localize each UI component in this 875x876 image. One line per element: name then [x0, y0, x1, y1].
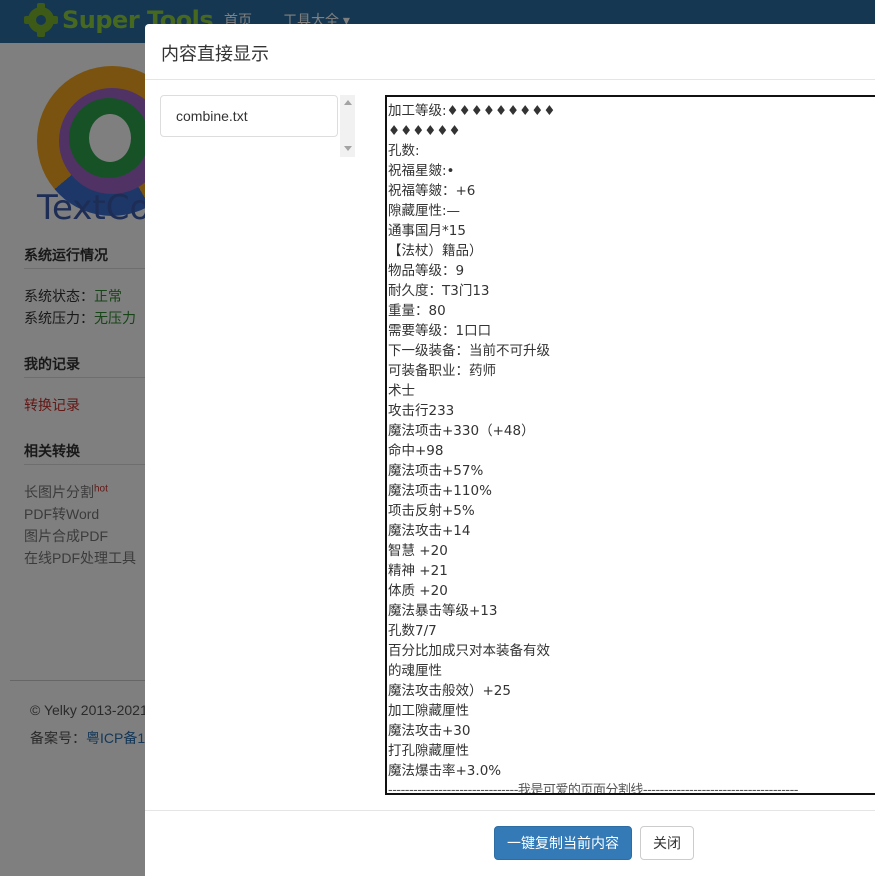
content-line: 祝福等皴：+6: [388, 183, 476, 199]
content-line: 魔法项击+110%: [388, 483, 492, 499]
content-line: 魔法攻击+14: [388, 523, 471, 539]
content-line: 百分比加成只对本装备有效: [388, 643, 550, 659]
content-line: 魔法攻击般效）+25: [388, 683, 511, 699]
content-line: 祝福星皴:•: [388, 163, 455, 179]
page-separator-line: -------------------------------我是可爱的页面分割…: [388, 783, 798, 795]
content-line: 魔法攻击+30: [388, 723, 471, 739]
content-line: 打孔隙藏厘性: [388, 743, 469, 759]
content-line: 命中+98: [388, 443, 444, 459]
scroll-up-icon[interactable]: [344, 100, 352, 105]
copy-content-button[interactable]: 一键复制当前内容: [494, 826, 632, 860]
close-button[interactable]: 关闭: [640, 826, 694, 860]
content-line: 孔数:: [388, 143, 420, 159]
file-list: combine.txt: [160, 95, 355, 157]
content-line: 加工隙藏厘性: [388, 703, 469, 719]
content-line: 孔数7/7: [388, 623, 437, 639]
content-line: 魔法项击+330（+48）: [388, 423, 535, 439]
content-line: 的魂厘性: [388, 663, 442, 679]
content-line: 物品等级：9: [388, 263, 465, 279]
modal-footer-divider: [145, 810, 875, 811]
file-list-scrollbar[interactable]: [340, 95, 355, 157]
content-line: 耐久度：T3门13: [388, 283, 490, 299]
content-line: 体质 +20: [388, 583, 448, 599]
file-item[interactable]: combine.txt: [160, 95, 338, 137]
file-content-textarea[interactable]: 加工等级:♦♦♦♦♦♦♦♦♦ ♦♦♦♦♦♦ 孔数: 祝福星皴:• 祝福等皴：+6 隙藏厘性…: [385, 95, 875, 795]
content-line: 攻击行233: [388, 403, 455, 419]
content-line: 通事国月*15: [388, 223, 466, 239]
content-line: 加工等级:♦♦♦♦♦♦♦♦♦: [388, 103, 556, 119]
content-modal: 内容直接显示 combine.txt 加工等级:♦♦♦♦♦♦♦♦♦ ♦♦♦♦♦♦ 孔…: [145, 24, 875, 876]
content-line: 魔法暴击等级+13: [388, 603, 498, 619]
content-line: 精神 +21: [388, 563, 448, 579]
modal-header-divider: [145, 79, 875, 80]
content-line: 魔法爆击率+3.0%: [388, 763, 502, 779]
content-line: 智慧 +20: [388, 543, 448, 559]
content-line: 可装备职业：药师: [388, 363, 496, 379]
content-line: 项击反射+5%: [388, 503, 475, 519]
content-line: 隙藏厘性:—: [388, 203, 461, 219]
content-line: 需要等级：1口口: [388, 323, 492, 339]
scroll-down-icon[interactable]: [344, 146, 352, 151]
content-line: 术士: [388, 383, 415, 399]
content-line: 重量：80: [388, 303, 446, 319]
content-line: 下一级装备：当前不可升级: [388, 343, 550, 359]
content-line: 【法杖）籍品）: [388, 243, 483, 259]
modal-title: 内容直接显示: [161, 44, 269, 64]
content-line: ♦♦♦♦♦♦: [388, 123, 461, 139]
content-line: 魔法项击+57%: [388, 463, 484, 479]
